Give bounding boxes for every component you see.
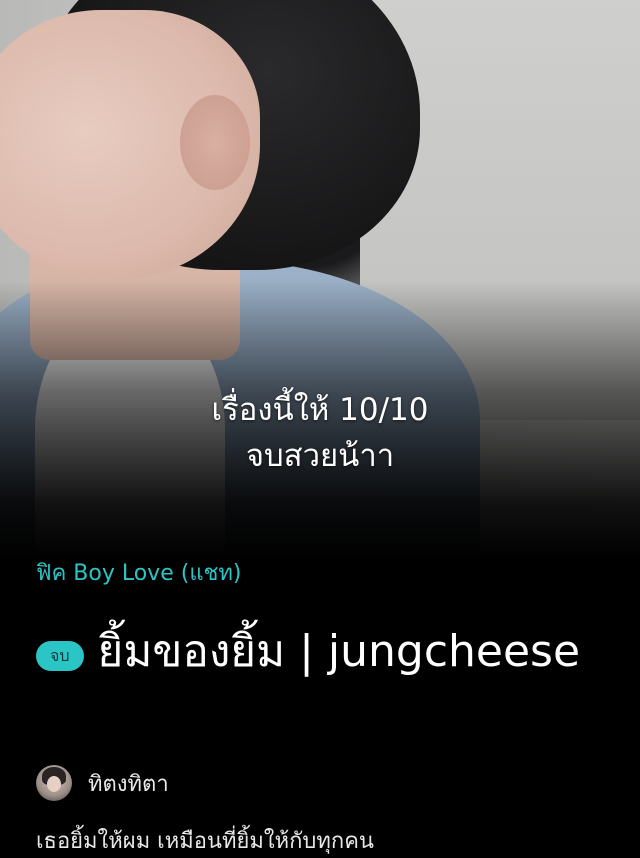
cover-ear — [180, 95, 250, 190]
cover-caption-line2: จบสวยน้าา — [245, 438, 395, 474]
synopsis-preview: เธอยิ้มให้ผม เหมือนที่ยิ้มให้กับทุกคน — [36, 829, 374, 854]
author-row[interactable]: ทิตงทิตา — [36, 764, 169, 802]
avatar[interactable] — [36, 765, 72, 801]
status-badge: จบ — [36, 640, 84, 671]
cover-caption-line1: เรื่องนี้ให้ 10/10 — [211, 392, 429, 428]
story-title: ยิ้มของยิ้ม | jungcheese — [97, 626, 581, 677]
avatar-face — [47, 776, 61, 792]
author-name[interactable]: ทิตงทิตา — [88, 766, 169, 801]
story-category-link[interactable]: ฟิค Boy Love (แชท) — [36, 558, 242, 590]
story-title-row: จบ ยิ้มของยิ้ม | jungcheese — [36, 612, 616, 692]
